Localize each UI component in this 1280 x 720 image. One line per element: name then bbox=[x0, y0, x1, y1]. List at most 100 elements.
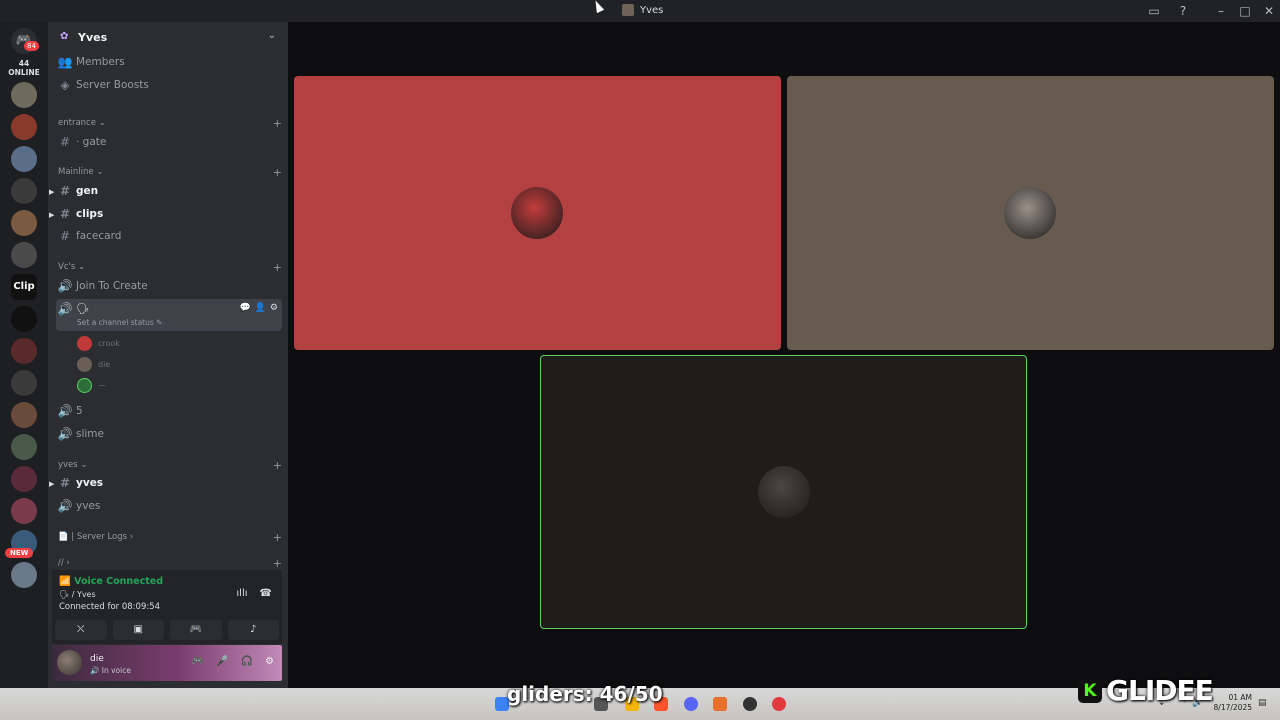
channel-yves[interactable]: # yves bbox=[56, 473, 282, 493]
server-icon bbox=[622, 4, 634, 16]
voice-member[interactable]: — bbox=[77, 378, 106, 393]
menu-server-boosts[interactable]: ◈ Server Boosts bbox=[56, 75, 282, 95]
server-icon[interactable] bbox=[11, 434, 37, 460]
server-icon[interactable] bbox=[11, 210, 37, 236]
close-button[interactable]: ✕ bbox=[1261, 3, 1277, 19]
menu-members[interactable]: 👥 Members bbox=[56, 52, 282, 72]
channel-status[interactable]: Set a channel status ✎ bbox=[77, 318, 162, 327]
category-server-logs[interactable]: 📄 | Server Logs › + bbox=[58, 531, 282, 544]
window-title: Yves bbox=[622, 4, 663, 16]
server-icon[interactable] bbox=[11, 498, 37, 524]
channel-clips[interactable]: # clips bbox=[56, 204, 282, 224]
voice-status-panel: 📶 Voice Connected 🗣 / Yves Connected for… bbox=[52, 570, 282, 644]
hash-icon: # bbox=[59, 476, 71, 490]
server-name: Yves bbox=[78, 31, 108, 44]
video-tile[interactable] bbox=[294, 76, 781, 350]
help-icon[interactable]: ? bbox=[1175, 3, 1191, 19]
obs-icon[interactable] bbox=[743, 697, 757, 711]
add-channel-icon[interactable]: + bbox=[273, 261, 282, 274]
add-channel-icon[interactable]: + bbox=[273, 117, 282, 130]
add-channel-icon[interactable]: + bbox=[273, 459, 282, 472]
controller-icon[interactable]: 🎮 bbox=[192, 656, 204, 667]
hash-icon: # bbox=[59, 207, 71, 221]
microphone-icon[interactable]: 🎤 bbox=[216, 656, 228, 667]
avatar bbox=[77, 378, 92, 393]
add-channel-icon[interactable]: + bbox=[273, 531, 282, 544]
channel-gate[interactable]: # · gate bbox=[56, 132, 282, 152]
category-entrance[interactable]: entrance ⌄ + bbox=[58, 117, 282, 130]
user-name: die bbox=[90, 654, 104, 664]
voice-channel-slime[interactable]: 🔊 slime bbox=[56, 424, 282, 444]
server-icon[interactable] bbox=[11, 242, 37, 268]
channel-gen[interactable]: # gen bbox=[56, 181, 282, 201]
notification-icon[interactable]: ▤ bbox=[1258, 698, 1267, 708]
voice-channel-yves[interactable]: 🔊 yves bbox=[56, 496, 282, 516]
server-icon[interactable] bbox=[11, 466, 37, 492]
invite-icon[interactable]: 👤 bbox=[255, 303, 266, 313]
kick-logo-icon: K bbox=[1078, 678, 1102, 703]
boost-icon: ◈ bbox=[60, 78, 70, 92]
server-icon[interactable] bbox=[11, 370, 37, 396]
server-header[interactable]: ✿ Yves ⌄ bbox=[48, 22, 288, 52]
server-icon[interactable] bbox=[11, 562, 37, 588]
server-icon[interactable] bbox=[11, 82, 37, 108]
avatar bbox=[1004, 187, 1056, 239]
server-rail: 🎮 84 44 ONLINE Clip NEW bbox=[0, 22, 48, 688]
server-icon[interactable] bbox=[11, 338, 37, 364]
chevron-down-icon[interactable]: ⌄ bbox=[268, 30, 276, 41]
hash-icon: # bbox=[59, 135, 71, 149]
app-icon[interactable] bbox=[713, 697, 727, 711]
opera-icon[interactable] bbox=[772, 697, 786, 711]
voice-channel-5[interactable]: 🔊 5 bbox=[56, 401, 282, 421]
gliders-counter: gliders: 46/50 bbox=[507, 682, 663, 706]
voice-connected-label[interactable]: 📶 Voice Connected bbox=[59, 576, 163, 587]
gear-icon[interactable]: ⚙ bbox=[265, 656, 274, 667]
server-icon[interactable] bbox=[11, 146, 37, 172]
user-panel: die 🔊 In voice 🎮 🎤 🎧 ⚙ bbox=[52, 645, 282, 681]
server-icon[interactable] bbox=[11, 306, 37, 332]
new-badge: NEW bbox=[5, 548, 34, 558]
maximize-button[interactable]: □ bbox=[1237, 3, 1253, 19]
screen-share-button[interactable]: ▣ bbox=[112, 620, 164, 640]
category-slash[interactable]: // › + bbox=[58, 557, 282, 570]
server-clip[interactable]: Clip bbox=[11, 274, 37, 300]
disconnect-icon[interactable]: ☎ bbox=[260, 588, 272, 599]
category-mainline[interactable]: Mainline ⌄ + bbox=[58, 166, 282, 179]
noise-suppression-icon[interactable]: ıllı bbox=[236, 588, 247, 599]
minimize-button[interactable]: – bbox=[1213, 3, 1229, 19]
soundboard-button[interactable]: ♪ bbox=[227, 620, 279, 640]
add-channel-icon[interactable]: + bbox=[273, 166, 282, 179]
video-tile-speaking[interactable] bbox=[540, 355, 1027, 629]
voice-connected-time: Connected for 08:09:54 bbox=[59, 602, 161, 612]
voice-member[interactable]: crook bbox=[77, 336, 120, 351]
mention-badge: 84 bbox=[24, 41, 39, 51]
members-icon: 👥 bbox=[57, 55, 73, 69]
avatar bbox=[77, 357, 92, 372]
category-vcs[interactable]: Vc's ⌄ + bbox=[58, 261, 282, 274]
headphones-icon[interactable]: 🎧 bbox=[241, 656, 253, 667]
discord-icon[interactable] bbox=[684, 697, 698, 711]
category-yves[interactable]: yves ⌄ + bbox=[58, 459, 282, 472]
add-channel-icon[interactable]: + bbox=[273, 557, 282, 570]
avatar[interactable] bbox=[57, 650, 82, 675]
title-bar: Yves ▭ ? – □ ✕ bbox=[0, 0, 1280, 22]
chat-icon[interactable]: 💬 bbox=[239, 303, 250, 313]
avatar bbox=[511, 187, 563, 239]
voice-channel-join-to-create[interactable]: 🔊 Join To Create bbox=[56, 276, 282, 296]
online-count: 44 ONLINE bbox=[8, 59, 40, 77]
avatar bbox=[758, 466, 810, 518]
video-tile[interactable] bbox=[787, 76, 1274, 350]
unread-indicator: ▶ bbox=[49, 211, 55, 219]
server-icon[interactable] bbox=[11, 114, 37, 140]
server-icon[interactable] bbox=[11, 402, 37, 428]
channel-facecard[interactable]: # facecard bbox=[56, 226, 282, 246]
voice-channel-actions: 💬 👤 ⚙ bbox=[239, 303, 278, 313]
activity-button[interactable]: 🎮 bbox=[170, 620, 222, 640]
voice-member[interactable]: die bbox=[77, 357, 110, 372]
inbox-icon[interactable]: ▭ bbox=[1146, 3, 1162, 19]
camera-off-button[interactable]: ⛌ bbox=[55, 620, 107, 640]
server-icon[interactable] bbox=[11, 178, 37, 204]
speaker-icon: 🔊 bbox=[57, 302, 73, 316]
hash-icon: # bbox=[59, 229, 71, 243]
gear-icon[interactable]: ⚙ bbox=[270, 303, 278, 313]
